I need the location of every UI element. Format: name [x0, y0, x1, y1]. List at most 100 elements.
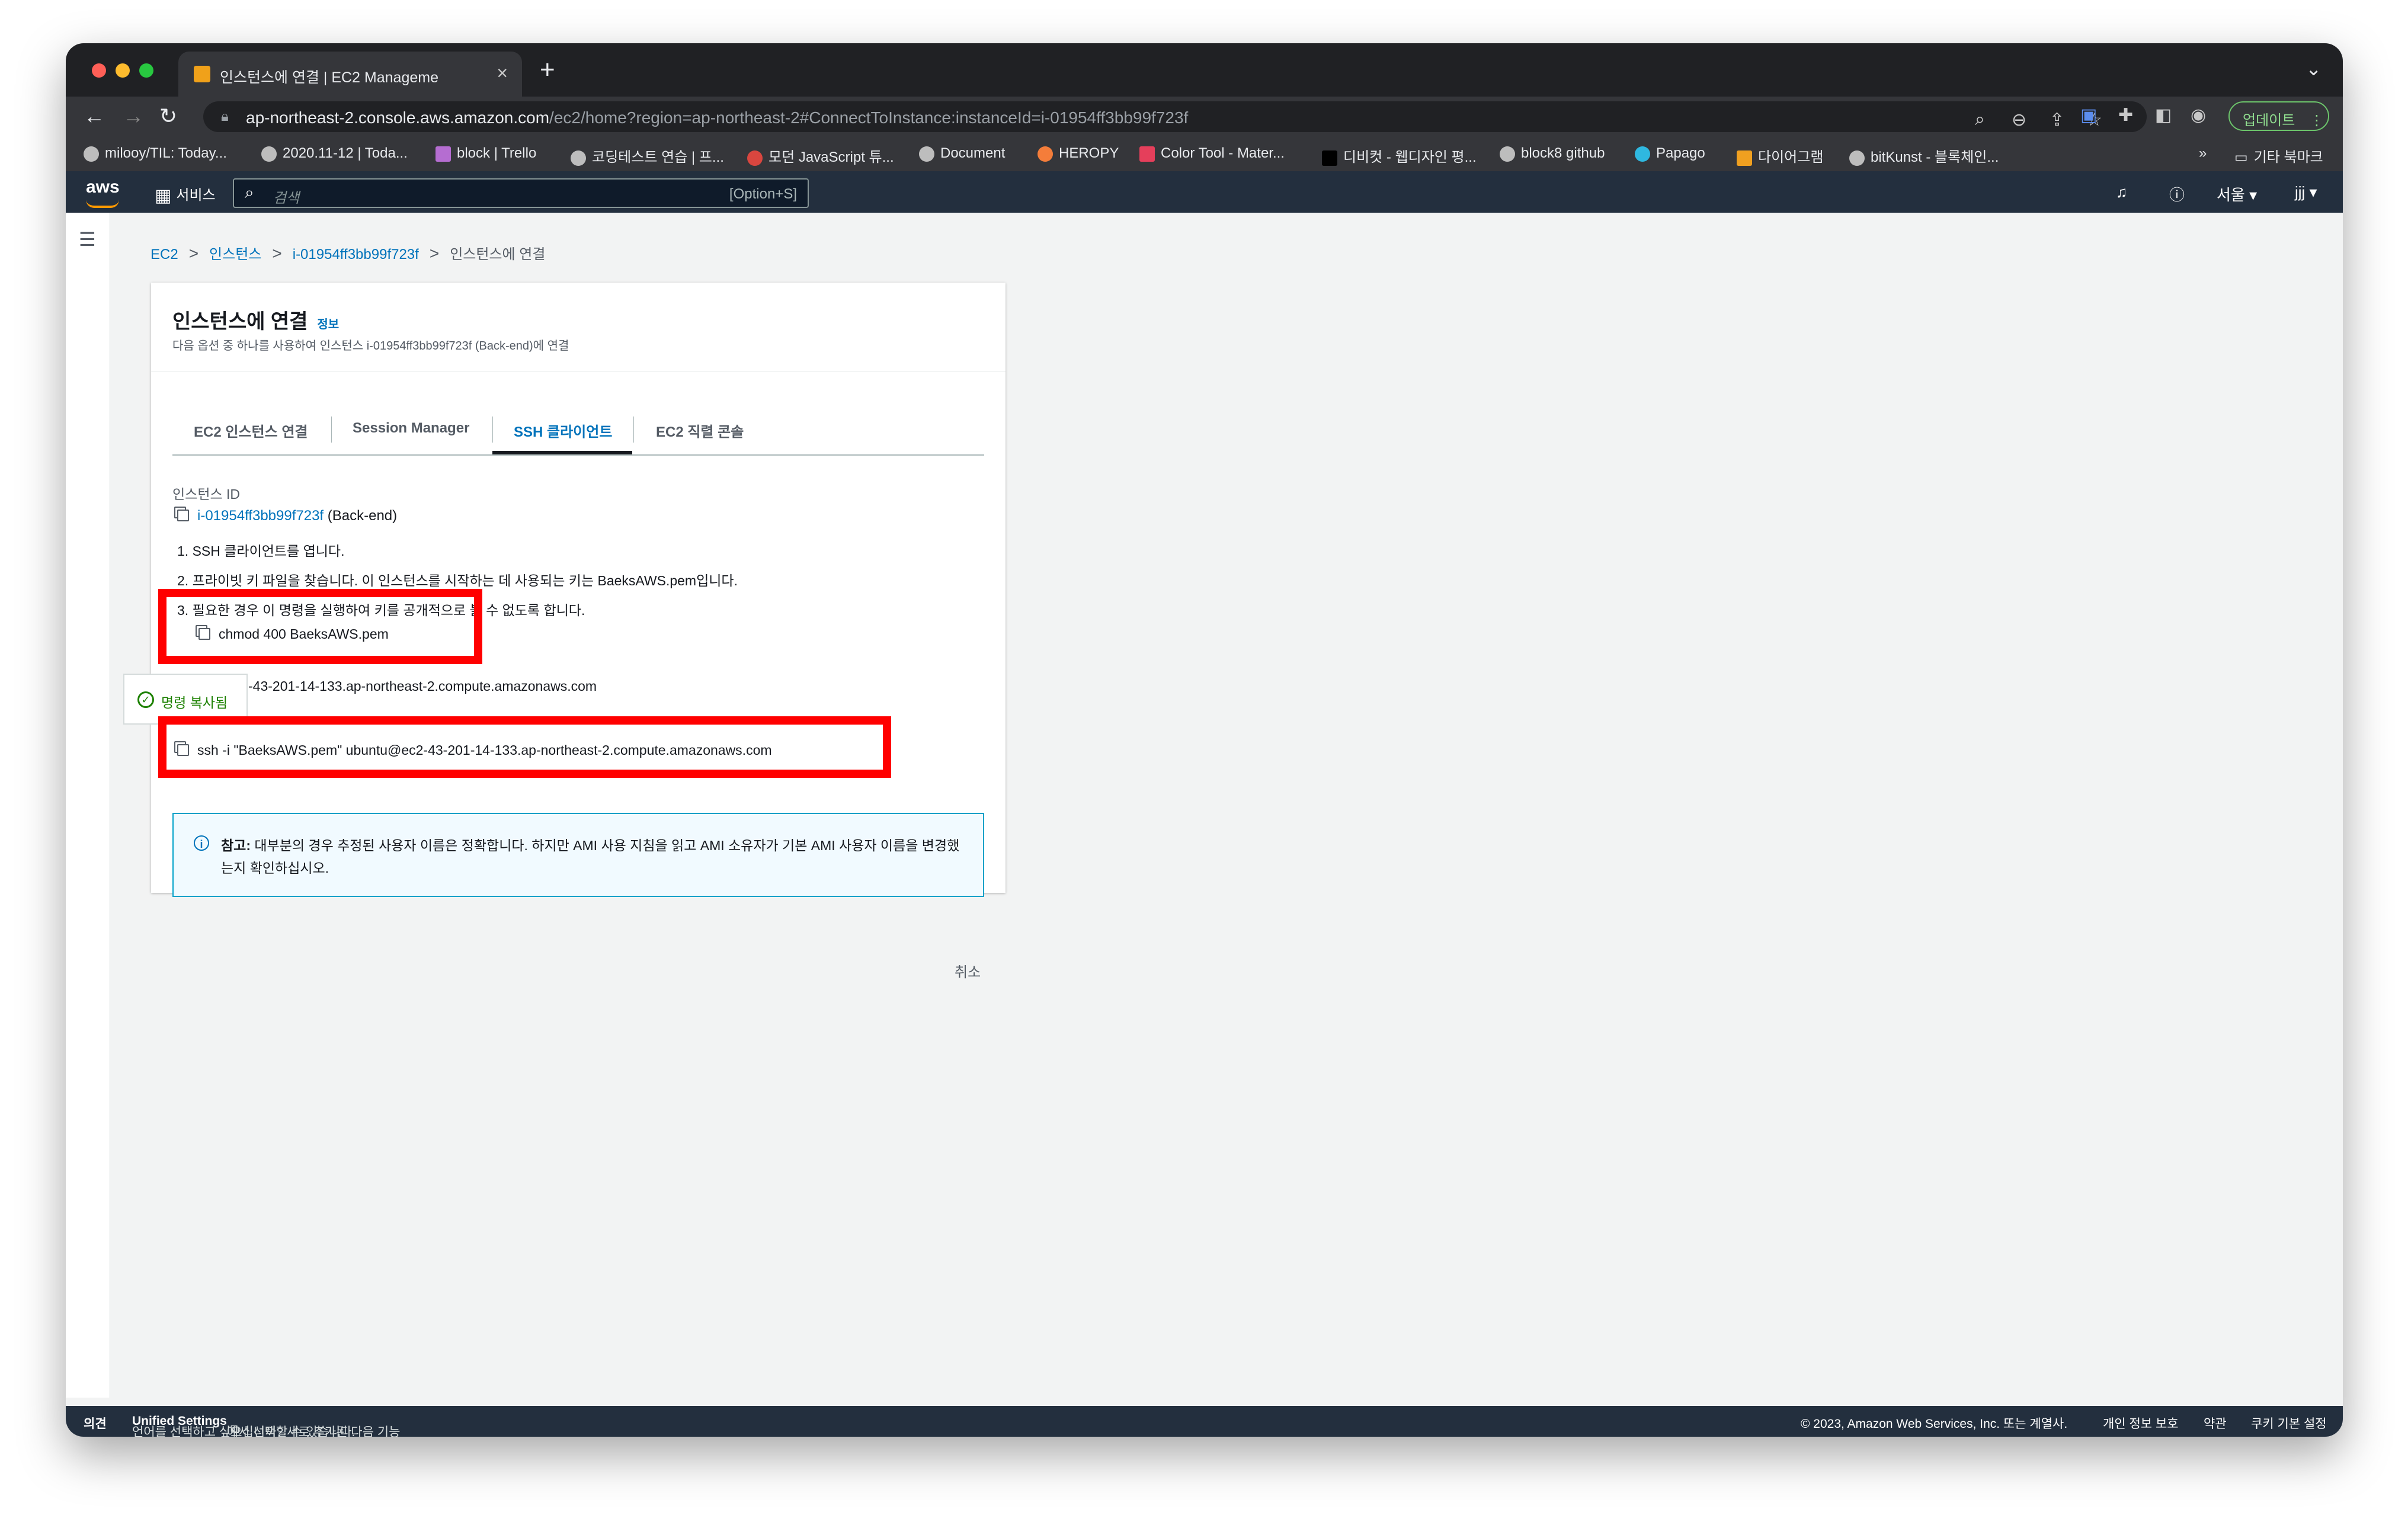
console-footer: 의견 언어를 선택하고 싶으십니까? 새로 추가된 다음 기능 Unified S… — [66, 1406, 2343, 1437]
share-icon[interactable]: ⇪ — [2050, 110, 2064, 130]
step-2: 2. 프라이빗 키 파일을 찾습니다. 이 인스턴스를 시작하는 데 사용되는 … — [177, 573, 738, 588]
terms-link[interactable]: 약관 — [2204, 1414, 2227, 1432]
minimize-window-button[interactable] — [116, 63, 130, 78]
new-tab-button[interactable]: + — [540, 55, 555, 85]
hamburger-menu-icon[interactable]: ☰ — [79, 228, 96, 251]
account-menu[interactable]: jjj ▾ — [2295, 183, 2317, 201]
browser-tab-active[interactable]: 인스턴스에 연결 | EC2 Manageme × — [178, 52, 522, 97]
address-bar[interactable]: 🔒︎ ap-northeast-2.console.aws.amazon.com… — [203, 101, 2147, 132]
header-divider — [151, 371, 1006, 372]
bookmark-item[interactable]: Papago — [1635, 145, 1705, 162]
zoom-window-button[interactable] — [139, 63, 153, 78]
note-text: 참고: 대부분의 경우 추정된 사용자 이름은 정확합니다. 하지만 AMI 사… — [221, 838, 960, 876]
bookmark-item[interactable]: Document — [919, 145, 1005, 162]
browser-window: 인스턴스에 연결 | EC2 Manageme × + ⌄ ← → ↻ 🔒︎ a… — [66, 43, 2343, 1437]
bookmark-item[interactable]: 2020.11-12 | Toda... — [261, 145, 408, 162]
folder-icon: ▭ — [2234, 149, 2248, 165]
material-icon — [1139, 146, 1155, 162]
active-tab-indicator — [492, 451, 632, 454]
translate-extension-icon[interactable]: ▣ — [2080, 105, 2097, 126]
bookmark-item[interactable]: milooy/TIL: Today... — [84, 145, 227, 162]
other-bookmarks-folder[interactable]: ▭ 기타 북마크 — [2234, 145, 2323, 166]
bookmark-item[interactable]: block | Trello — [436, 145, 536, 162]
update-button[interactable]: 업데이트 ⋮ — [2228, 101, 2329, 131]
reload-icon[interactable]: ↻ — [159, 104, 177, 129]
info-link[interactable]: 정보 — [317, 318, 339, 331]
search-shortcut-hint: [Option+S] — [729, 186, 797, 202]
breadcrumb-instances[interactable]: 인스턴스 — [209, 246, 261, 262]
aws-logo[interactable]: aws — [86, 177, 120, 208]
globe-icon — [1849, 150, 1865, 166]
bookmark-item[interactable]: 코딩테스트 연습 | 프... — [571, 145, 724, 166]
breadcrumb-separator-icon: > — [188, 244, 199, 262]
services-menu[interactable]: ▦ 서비스 — [155, 183, 216, 206]
cancel-button[interactable]: 취소 — [955, 960, 981, 981]
grid-icon: ▦ — [155, 186, 172, 206]
tab-session-manager[interactable]: Session Manager — [353, 420, 469, 437]
aws-top-nav: aws ▦ 서비스 ⌕ 검색 [Option+S] ♫ ⓘ 서울 ▾ jjj ▾ — [66, 171, 2343, 213]
side-nav-rail: ☰ — [66, 213, 110, 1398]
bookmarks-overflow-button[interactable]: » — [2199, 145, 2207, 162]
check-circle-icon: ✓ — [137, 691, 154, 708]
connection-tabs: EC2 인스턴스 연결 Session Manager SSH 클라이언트 EC… — [172, 401, 984, 456]
globe-icon — [261, 146, 277, 162]
help-icon[interactable]: ⓘ — [2169, 183, 2185, 205]
diagram-icon — [1737, 150, 1752, 166]
tab-strip: 인스턴스에 연결 | EC2 Manageme × + ⌄ — [66, 43, 2343, 97]
instance-id-link[interactable]: i-01954ff3bb99f723f — [197, 508, 324, 524]
console-search-input[interactable]: ⌕ 검색 [Option+S] — [233, 178, 809, 208]
breadcrumb-separator-icon: > — [429, 244, 440, 262]
back-arrow-icon[interactable]: ← — [84, 104, 105, 129]
dbcut-icon — [1322, 150, 1337, 166]
tab-divider — [492, 417, 493, 443]
connect-instance-panel: 인스턴스에 연결 정보 다음 옵션 중 하나를 사용하여 인스턴스 i-01954… — [151, 283, 1006, 897]
bookmark-item[interactable]: block8 github — [1500, 145, 1605, 162]
tab-ec2-serial-console[interactable]: EC2 직렬 콘솔 — [656, 420, 744, 441]
close-window-button[interactable] — [92, 63, 106, 78]
url-text: ap-northeast-2.console.aws.amazon.com/ec… — [246, 108, 1189, 127]
instance-id-label: 인스턴스 ID — [172, 486, 241, 502]
tab-ec2-instance-connect[interactable]: EC2 인스턴스 연결 — [194, 420, 308, 441]
search-icon: ⌕ — [245, 183, 254, 201]
programmers-icon — [571, 150, 586, 166]
close-tab-icon[interactable]: × — [497, 62, 508, 84]
profile-avatar-icon[interactable]: ◉ — [2191, 105, 2206, 126]
forward-arrow-icon[interactable]: → — [123, 104, 144, 129]
step-3-text-end: 볼 수 없도록 합니다. — [469, 603, 585, 618]
tab-ssh-client[interactable]: SSH 클라이언트 — [514, 420, 612, 441]
bookmark-item[interactable]: 모던 JavaScript 튜... — [747, 145, 894, 166]
search-placeholder: 검색 — [273, 190, 300, 206]
cookie-preferences-link[interactable]: 쿠키 기본 설정 — [2251, 1414, 2327, 1432]
highlight-box-chmod — [158, 589, 482, 664]
aws-favicon-icon — [194, 66, 210, 82]
tab-title: 인스턴스에 연결 | EC2 Manageme — [220, 69, 438, 86]
side-panel-icon[interactable]: ◧ — [2155, 105, 2172, 126]
tab-divider — [331, 417, 332, 443]
search-page-icon[interactable]: ⌕ — [1975, 110, 1985, 130]
github-icon — [84, 146, 99, 162]
instance-name: (Back-end) — [327, 508, 398, 524]
aws-smile-icon — [86, 200, 119, 208]
zoom-icon[interactable]: ⊖ — [2012, 110, 2026, 130]
notifications-bell-icon[interactable]: ♫ — [2116, 183, 2128, 201]
feedback-link[interactable]: 의견 — [84, 1414, 107, 1432]
bookmark-item[interactable]: bitKunst - 블록체인... — [1849, 145, 1999, 166]
bookmark-item[interactable]: 디비컷 - 웹디자인 평... — [1322, 145, 1477, 166]
trello-icon — [436, 146, 451, 162]
globe-icon — [919, 146, 934, 162]
breadcrumb-ec2[interactable]: EC2 — [150, 246, 178, 262]
breadcrumb-instance-id[interactable]: i-01954ff3bb99f723f — [293, 246, 419, 262]
lock-icon: 🔒︎ — [221, 108, 229, 124]
tab-divider — [633, 417, 634, 443]
privacy-link[interactable]: 개인 정보 보호 — [2103, 1414, 2179, 1432]
bookmark-item[interactable]: HEROPY — [1038, 145, 1119, 162]
bookmark-item[interactable]: 다이어그램 — [1737, 145, 1823, 166]
step-1: 1. SSH 클라이언트를 엽니다. — [177, 543, 345, 559]
extensions-puzzle-icon[interactable]: ✚ — [2118, 105, 2133, 126]
tab-search-chevron-icon[interactable]: ⌄ — [2305, 57, 2321, 80]
bookmarks-bar: milooy/TIL: Today... 2020.11-12 | Toda..… — [66, 137, 2343, 172]
panel-description: 다음 옵션 중 하나를 사용하여 인스턴스 i-01954ff3bb99f723… — [172, 339, 569, 353]
bookmark-item[interactable]: Color Tool - Mater... — [1139, 145, 1285, 162]
copy-icon[interactable] — [177, 510, 189, 521]
region-selector[interactable]: 서울 ▾ — [2217, 183, 2257, 205]
